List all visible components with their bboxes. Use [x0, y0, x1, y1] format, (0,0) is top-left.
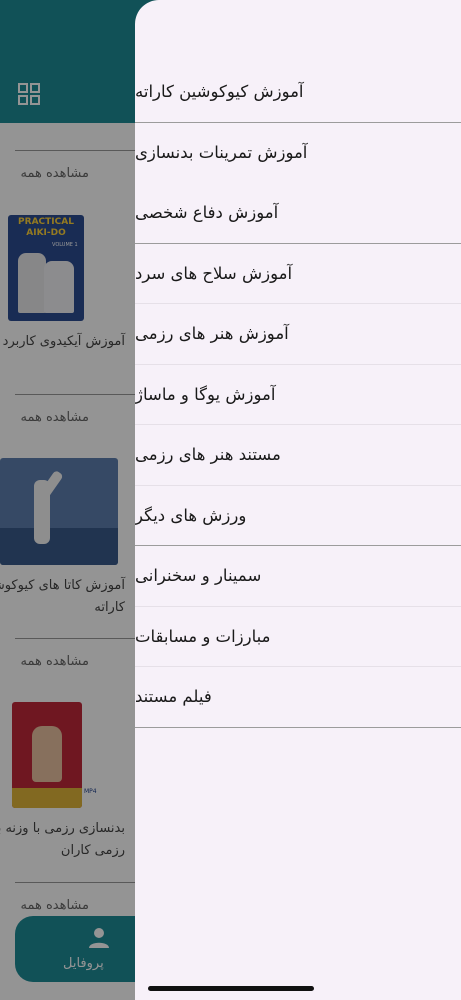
home-indicator[interactable]: [148, 986, 314, 991]
drawer-item-label: فیلم مستند: [135, 687, 212, 707]
drawer-item-martial-arts-documentary[interactable]: مستند هنر های رزمی: [135, 425, 461, 486]
drawer-item-martial-arts[interactable]: آموزش هنر های رزمی: [135, 304, 461, 365]
drawer-item-label: آموزش هنر های رزمی: [135, 324, 289, 344]
drawer-item-fights-competitions[interactable]: مبارزات و مسابقات: [135, 607, 461, 667]
drawer-item-cold-weapons[interactable]: آموزش سلاح های سرد: [135, 244, 461, 304]
drawer-item-seminars[interactable]: سمینار و سخنرانی: [135, 546, 461, 607]
drawer-menu: آموزش کیوکوشین کاراته آموزش تمرینات بدنس…: [135, 62, 461, 728]
drawer-item-label: آموزش کیوکوشین کاراته: [135, 82, 304, 102]
drawer-item-bodybuilding[interactable]: آموزش تمرینات بدنسازی: [135, 123, 461, 184]
drawer-item-self-defense[interactable]: آموزش دفاع شخصی: [135, 183, 461, 244]
drawer-item-label: آموزش سلاح های سرد: [135, 263, 293, 283]
drawer-item-other-sports[interactable]: ورزش های دیگر: [135, 486, 461, 546]
drawer-item-label: آموزش تمرینات بدنسازی: [135, 143, 308, 163]
drawer-item-label: آموزش یوگا و ماساژ: [135, 384, 276, 404]
drawer-item-label: مبارزات و مسابقات: [135, 626, 271, 646]
navigation-drawer: آموزش کیوکوشین کاراته آموزش تمرینات بدنس…: [135, 0, 461, 1000]
drawer-item-label: سمینار و سخنرانی: [135, 566, 262, 586]
drawer-item-yoga-massage[interactable]: آموزش یوگا و ماساژ: [135, 365, 461, 425]
drawer-item-kyokushin-karate[interactable]: آموزش کیوکوشین کاراته: [135, 62, 461, 123]
drawer-item-label: ورزش های دیگر: [135, 505, 247, 525]
drawer-item-label: مستند هنر های رزمی: [135, 445, 281, 465]
drawer-item-label: آموزش دفاع شخصی: [135, 203, 279, 223]
drawer-item-documentary-film[interactable]: فیلم مستند: [135, 667, 461, 728]
